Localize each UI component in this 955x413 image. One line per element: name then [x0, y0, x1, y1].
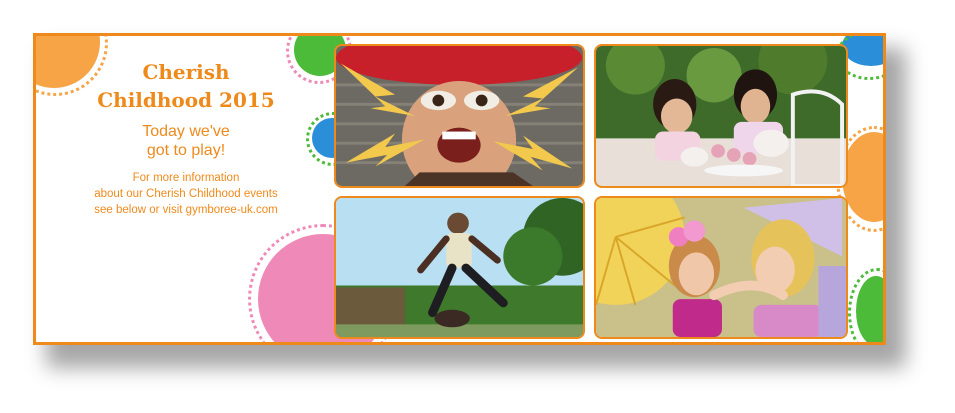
info-line-2: about our Cherish Childhood events: [94, 188, 278, 200]
green-ring-bottom-right: [848, 268, 883, 342]
info-line-3: see below or visit gymboree-uk.com: [94, 204, 278, 216]
tea-party-illustration: [596, 46, 846, 186]
banner-title: Cherish Childhood 2015: [36, 58, 336, 114]
tagline-line-1: Today we've: [142, 123, 230, 140]
photo-girls-parasol: [594, 196, 848, 339]
cherish-childhood-banner: Cherish Childhood 2015 Today we've got t…: [33, 33, 886, 345]
text-panel: Cherish Childhood 2015 Today we've got t…: [36, 36, 336, 342]
title-line-1: Cherish: [142, 60, 230, 84]
shouting-child-illustration: [336, 46, 583, 186]
title-line-2: Childhood 2015: [97, 88, 275, 112]
info-text: For more information about our Cherish C…: [36, 170, 336, 218]
photo-jumping-boy: [334, 196, 585, 339]
girls-parasol-illustration: [596, 198, 846, 337]
photo-shouting-child: [334, 44, 585, 188]
info-line-1: For more information: [132, 172, 240, 184]
tagline: Today we've got to play!: [36, 122, 336, 160]
tagline-line-2: got to play!: [146, 142, 226, 159]
photo-tea-party: [594, 44, 848, 188]
jumping-boy-illustration: [336, 198, 583, 337]
